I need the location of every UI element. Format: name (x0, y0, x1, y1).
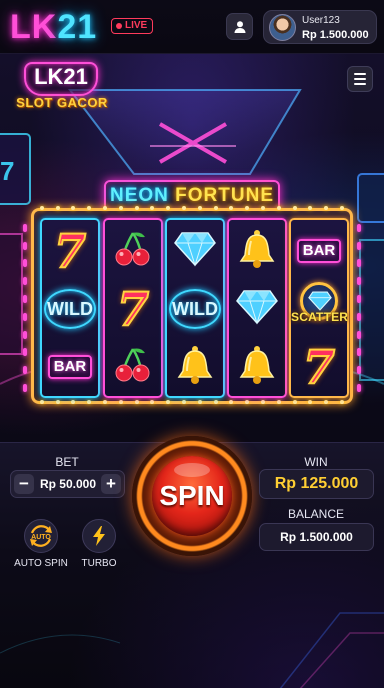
slot-machine: 7 WILD BAR 7 WILD BAR SCATTER 7 (23, 206, 361, 406)
user-balance: Rp 1.500.000 (302, 29, 369, 41)
auto-spin-icon: AUTO (30, 525, 52, 547)
bet-stepper: − Rp 50.000 + (10, 470, 125, 498)
profile-button[interactable] (226, 13, 253, 40)
spin-button[interactable]: SPIN (152, 456, 232, 536)
reel-4-symbol-3 (229, 338, 285, 396)
reel-2-symbol-3 (105, 338, 161, 396)
brand-prefix: LK (10, 8, 58, 46)
side-lights-right (356, 219, 362, 397)
bet-increase-button[interactable]: + (101, 474, 121, 494)
bulb-row-top (34, 206, 350, 212)
scatter-label: SCATTER (291, 310, 349, 324)
seven-symbol: 7 (53, 224, 87, 278)
live-badge-label: LIVE (125, 20, 148, 31)
lightning-icon (93, 526, 105, 546)
reel-1-symbol-1: 7 (42, 222, 98, 280)
avatar (269, 14, 296, 41)
reel-4-symbol-2 (229, 280, 285, 338)
reel-5-symbol-1: BAR (291, 222, 347, 280)
reel-1-symbol-2: WILD (42, 280, 98, 338)
spin-shine (174, 463, 210, 477)
reel-5-symbol-2: SCATTER (291, 280, 349, 338)
seven-symbol: 7 (116, 282, 150, 336)
bell-icon (238, 229, 276, 274)
auto-icon-text: AUTO (31, 534, 51, 541)
reel-3-symbol-1 (167, 222, 223, 280)
brand-logo[interactable]: LK21 (10, 8, 97, 46)
reel-3: WILD (165, 218, 225, 398)
reel-1-symbol-3: BAR (42, 338, 98, 396)
bet-decrease-button[interactable]: − (14, 474, 34, 494)
logo-sub-text: SLOT GACOR (16, 95, 108, 110)
cherry-icon (113, 229, 153, 274)
side-lights-left (22, 219, 28, 397)
bar-symbol: BAR (48, 355, 92, 379)
cherry-icon (113, 345, 153, 390)
auto-spin-label: AUTO SPIN (14, 558, 68, 569)
game-logo: LK21 SLOT GACOR (10, 62, 114, 118)
seven-symbol: 7 (302, 340, 336, 394)
win-value: Rp 125.000 (259, 469, 374, 499)
reel-1: 7 WILD BAR (40, 218, 100, 398)
auto-spin-button[interactable]: AUTO (24, 519, 58, 553)
live-badge: LIVE (111, 18, 154, 34)
spin-button-label: SPIN (159, 480, 225, 511)
svg-text:7: 7 (0, 156, 14, 186)
bulb-row-bottom (34, 400, 350, 406)
user-account-pill[interactable]: User123 Rp 1.500.000 (263, 10, 377, 44)
wild-symbol: WILD (44, 289, 96, 329)
title-part-2: FORTUNE (175, 185, 274, 206)
reel-4-symbol-1 (229, 222, 285, 280)
bet-value: Rp 50.000 (39, 477, 97, 491)
bet-label: BET (55, 455, 79, 469)
user-name: User123 (302, 15, 340, 26)
game-scene: 7 LK21 SLOT GACOR NEON FORTUNE 7 WILD BAR 7… (0, 54, 384, 442)
reel-3-symbol-3 (167, 338, 223, 396)
reel-2-symbol-2: 7 (105, 280, 161, 338)
reel-5-symbol-3: 7 (291, 338, 347, 396)
diamond-icon (174, 231, 216, 272)
bell-icon (238, 345, 276, 390)
controls-panel: BET − Rp 50.000 + AUTO AUTO SPIN TURBO S… (0, 436, 384, 688)
turbo-label: TURBO (81, 558, 117, 569)
reel-4 (227, 218, 287, 398)
menu-button[interactable] (347, 66, 373, 92)
logo-main-text: LK21 (34, 64, 88, 89)
turbo-button[interactable] (82, 519, 116, 553)
balance-label: BALANCE (287, 507, 345, 521)
title-part-1: NEON (109, 185, 169, 206)
reel-3-symbol-2: WILD (167, 280, 223, 338)
win-label: WIN (304, 455, 328, 469)
reel-5: BAR SCATTER 7 (289, 218, 349, 398)
scatter-symbol: SCATTER (291, 280, 349, 338)
reel-2-symbol-1 (105, 222, 161, 280)
spin-button-ring: SPIN (132, 436, 252, 556)
brand-number: 21 (57, 8, 98, 46)
user-icon (234, 20, 245, 33)
bell-icon (176, 345, 214, 390)
menu-icon (354, 73, 366, 75)
reel-2: 7 (103, 218, 163, 398)
top-bar: LK21 LIVE User123 Rp 1.500.000 (0, 0, 384, 54)
balance-value: Rp 1.500.000 (259, 523, 374, 551)
wild-symbol: WILD (169, 289, 221, 329)
live-dot-icon (116, 23, 122, 29)
bar-symbol: BAR (297, 239, 341, 263)
diamond-icon (236, 289, 278, 330)
